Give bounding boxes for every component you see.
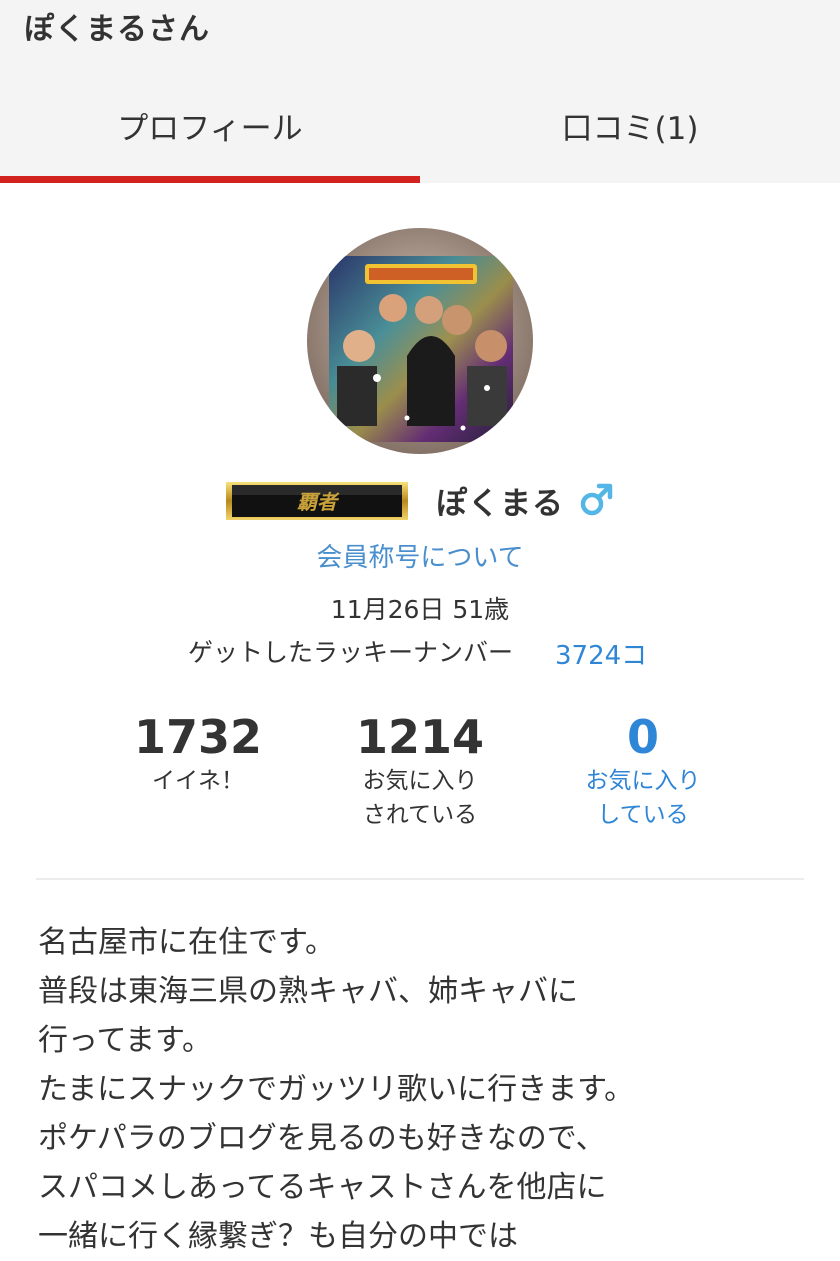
bio-line: スパコメしあってるキャストさんを他店に <box>38 1170 607 1205</box>
stat-favorites-label[interactable]: お気に入り している <box>523 764 763 832</box>
bio-line: 名古屋市に在住です。 <box>38 925 335 960</box>
stat-favorites-value[interactable]: 0 <box>523 710 763 764</box>
lucky-number-value[interactable]: 3724コ <box>555 635 647 672</box>
page-title: ぽくまるさん <box>24 12 210 47</box>
bio-line: 普段は東海三県の熟キャバ、姉キャバに <box>38 974 578 1009</box>
tab-profile[interactable]: プロフィール <box>0 103 420 147</box>
bio-line: 一緒に行く縁繋ぎ？も自分の中では <box>38 1219 518 1254</box>
active-tab-indicator <box>0 176 420 183</box>
stat-likes-value: 1732 <box>133 710 263 764</box>
rank-badge: 覇者 <box>226 482 408 520</box>
bio-line: たまにスナックでガッツリ歌いに行きます。 <box>38 1072 635 1107</box>
member-title-link[interactable]: 会員称号について <box>0 537 840 574</box>
male-icon <box>578 482 614 518</box>
tab-reviews[interactable]: 口コミ(1) <box>420 103 840 147</box>
stat-favorited-by: 1214 お気に入り されている <box>300 710 540 832</box>
avatar <box>307 228 533 454</box>
bio-line: ポケパラのブログを見るのも好きなので、 <box>38 1121 606 1156</box>
lucky-number-label: ゲットしたラッキーナンバー <box>188 638 514 667</box>
stat-likes: 1732 イイネ！ <box>78 710 318 798</box>
stat-likes-label: イイネ！ <box>152 768 244 794</box>
user-name: ぽくまる <box>436 486 564 522</box>
bio-line: 行ってます。 <box>38 1023 212 1058</box>
divider <box>36 878 804 880</box>
rank-badge-text: 覇者 <box>297 490 340 514</box>
stat-favorites[interactable]: 0 お気に入り している <box>523 710 763 832</box>
stat-favorited-by-value: 1214 <box>355 710 485 764</box>
header-area: ぽくまるさん プロフィール 口コミ(1) <box>0 0 840 183</box>
stat-favorited-by-label: お気に入り されている <box>362 768 478 828</box>
birthday-age: 11月26日 51歳 <box>330 595 510 624</box>
bio: 名古屋市に在住です。 普段は東海三県の熟キャバ、姉キャバに 行ってます。 たまに… <box>38 918 818 1261</box>
